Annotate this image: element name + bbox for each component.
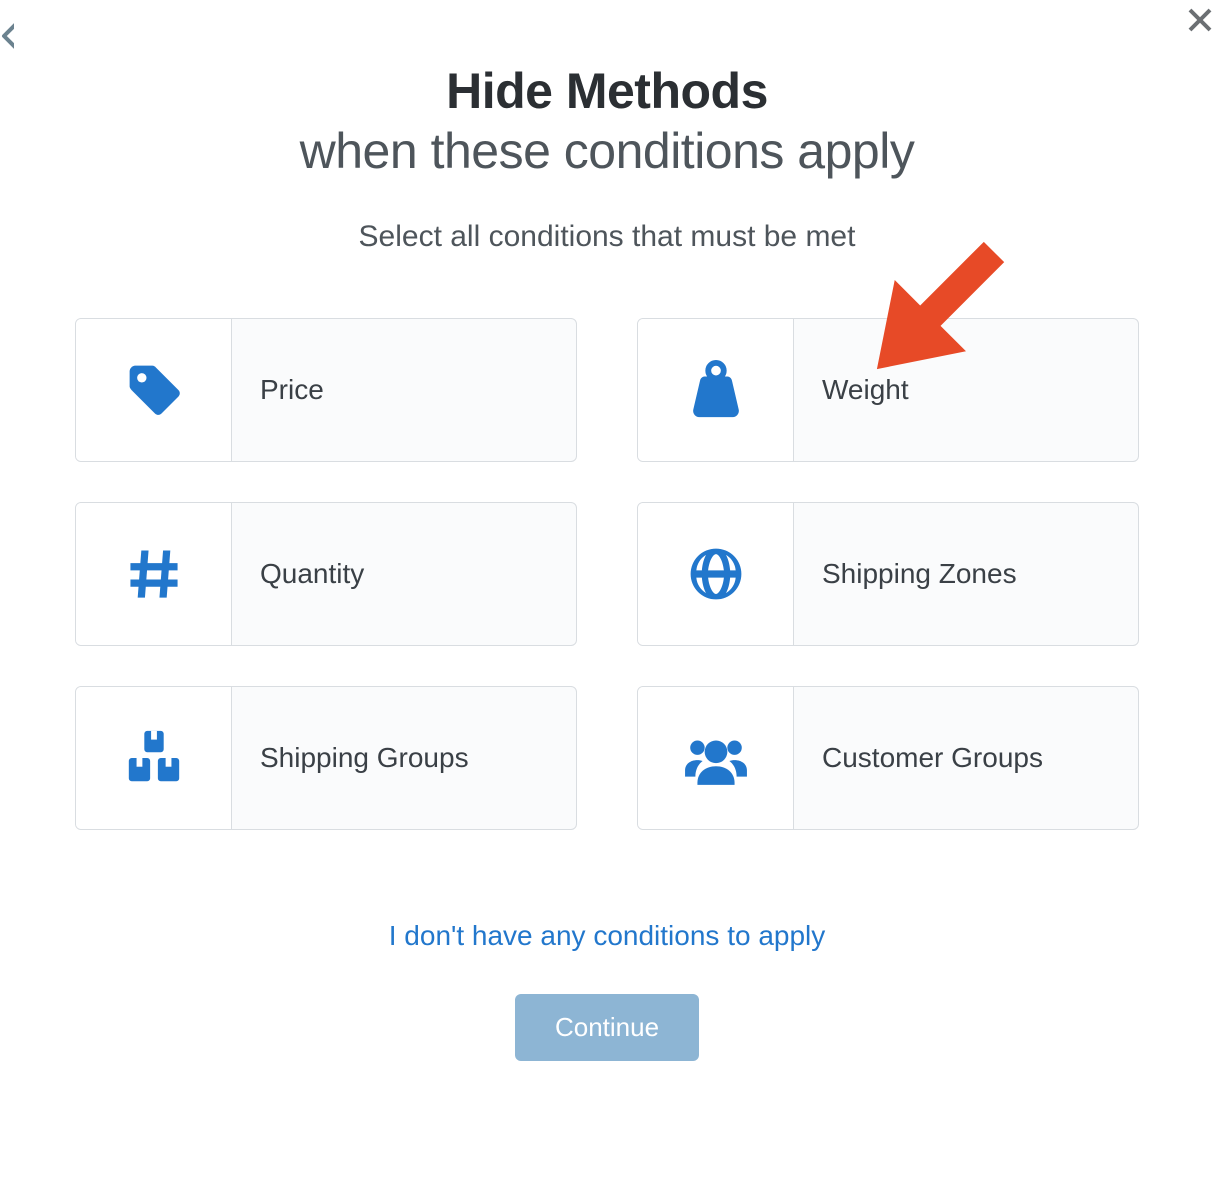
condition-label: Price	[260, 374, 324, 406]
back-arrow-icon[interactable]	[0, 20, 14, 52]
condition-label: Shipping Zones	[822, 558, 1017, 590]
condition-card-price[interactable]: Price	[75, 318, 577, 462]
conditions-grid: Price Weight Quantity Shipping Zones	[75, 318, 1139, 830]
no-conditions-link[interactable]: I don't have any conditions to apply	[389, 920, 826, 951]
modal-title-light: when these conditions apply	[57, 122, 1157, 180]
modal-subtitle: Select all conditions that must be met	[57, 220, 1157, 254]
hash-icon	[76, 503, 232, 645]
users-icon	[638, 687, 794, 829]
condition-label: Quantity	[260, 558, 364, 590]
condition-card-customer-groups[interactable]: Customer Groups	[637, 686, 1139, 830]
condition-label: Customer Groups	[822, 742, 1043, 774]
condition-card-shipping-zones[interactable]: Shipping Zones	[637, 502, 1139, 646]
tag-icon	[76, 319, 232, 461]
condition-card-weight[interactable]: Weight	[637, 318, 1139, 462]
condition-card-quantity[interactable]: Quantity	[75, 502, 577, 646]
continue-button[interactable]: Continue	[515, 994, 699, 1061]
weight-icon	[638, 319, 794, 461]
boxes-icon	[76, 687, 232, 829]
condition-label: Weight	[822, 374, 909, 406]
condition-card-shipping-groups[interactable]: Shipping Groups	[75, 686, 577, 830]
modal-title-bold: Hide Methods	[57, 62, 1157, 120]
globe-icon	[638, 503, 794, 645]
condition-label: Shipping Groups	[260, 742, 469, 774]
close-icon[interactable]	[1186, 6, 1214, 34]
hide-methods-modal: Hide Methods when these conditions apply…	[57, 0, 1157, 1061]
